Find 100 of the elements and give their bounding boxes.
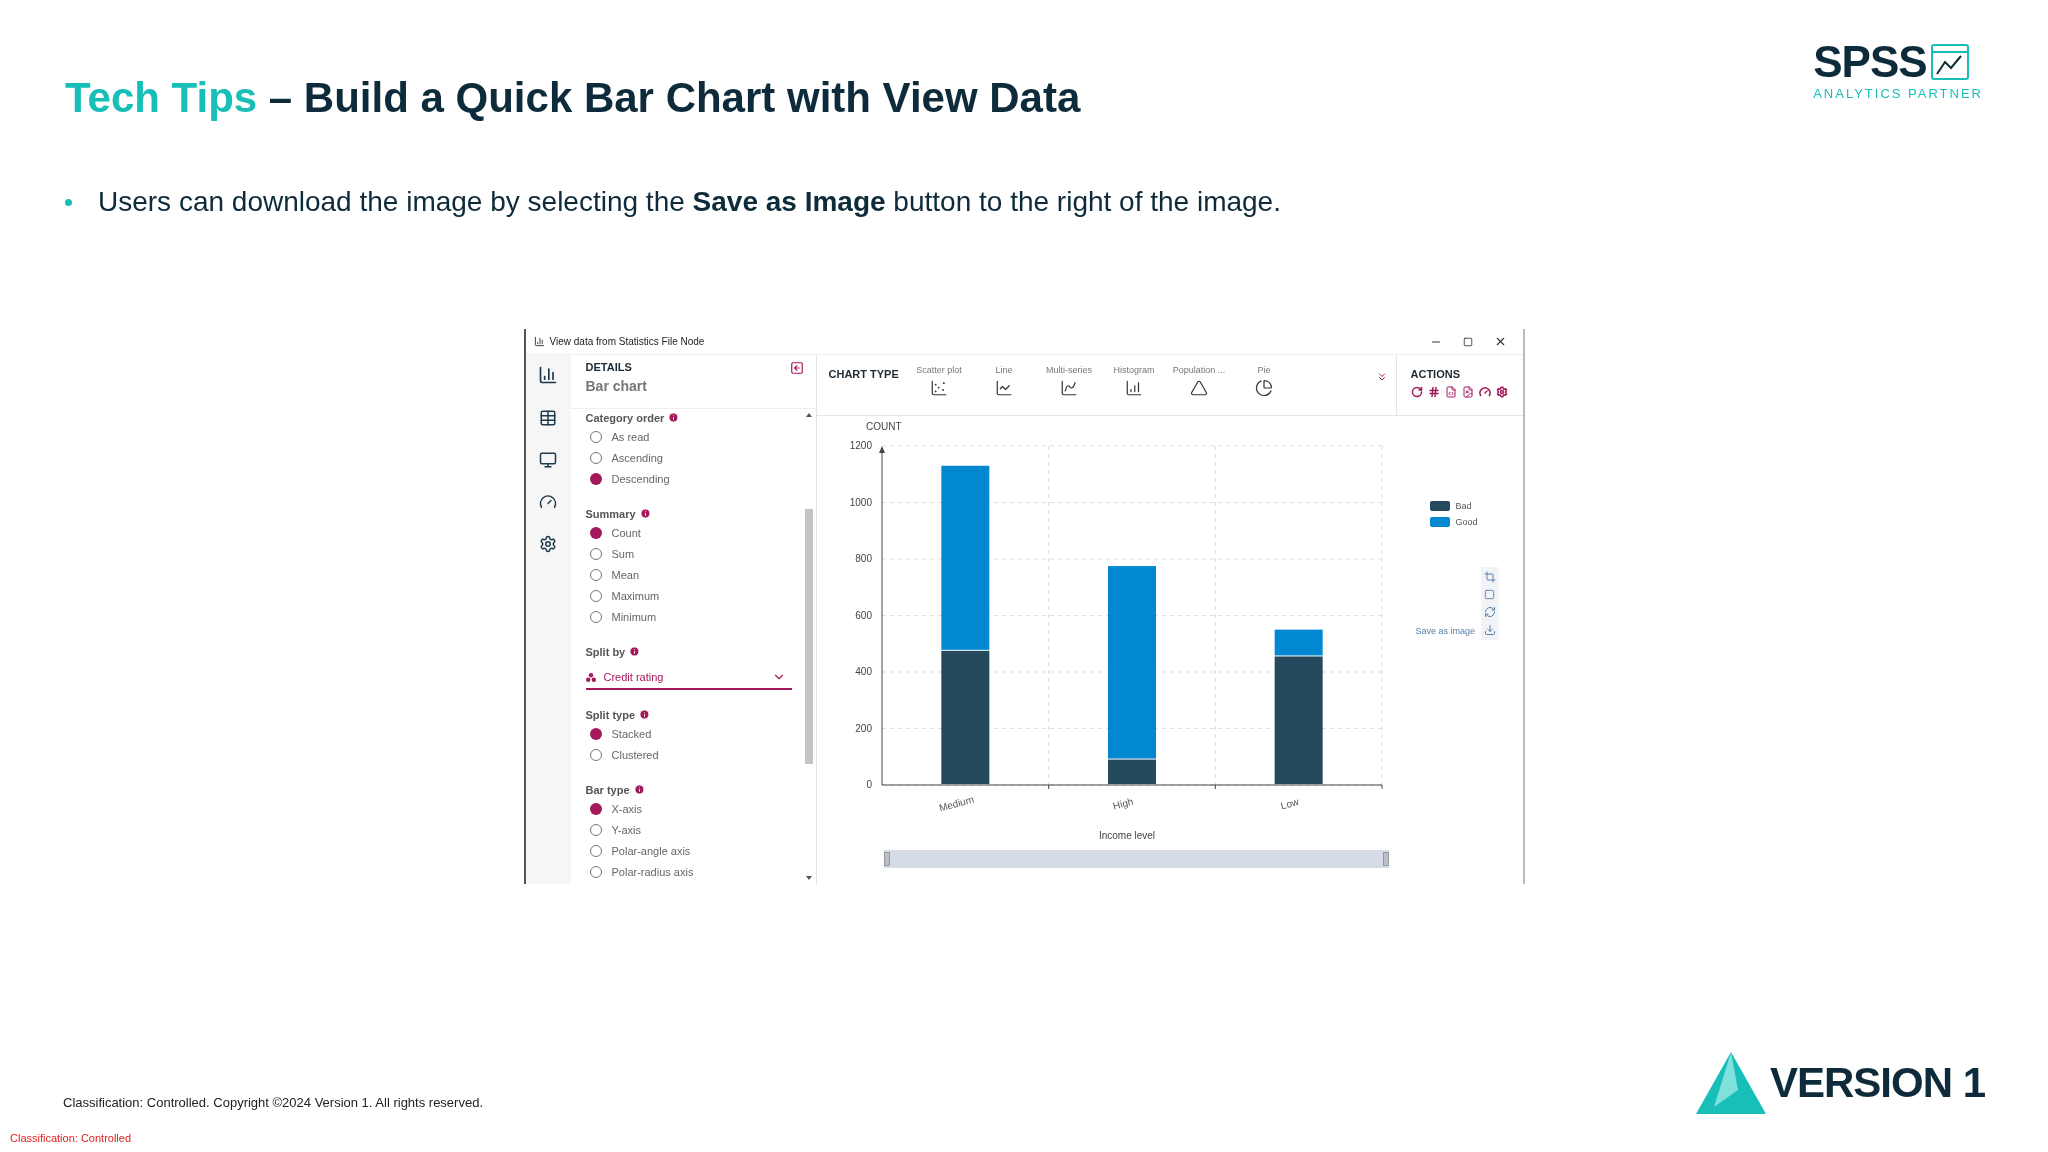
section-heading: CHART TYPE: [828, 368, 900, 380]
panel-heading: DETAILS: [585, 361, 633, 373]
axis-tick-label: 1000: [849, 496, 872, 508]
radio-button[interactable]: [589, 472, 602, 485]
radio-button[interactable]: [589, 568, 602, 581]
radio-option[interactable]: Mean: [585, 564, 802, 585]
radio-option[interactable]: X-axis: [585, 798, 802, 819]
chart-type-button[interactable]: Population ...: [1166, 365, 1232, 397]
triangle-logo-icon: [1695, 1052, 1766, 1114]
axis-title: Income level: [1098, 830, 1155, 841]
copyright-text: Classification: Controlled. Copyright ©2024 Version 1. All rights reserved.: [63, 1095, 483, 1110]
radio-button[interactable]: [589, 748, 602, 761]
gauge-icon[interactable]: [1478, 386, 1491, 398]
radio-button[interactable]: [589, 526, 602, 539]
crop-icon[interactable]: [1484, 571, 1497, 583]
maximize-icon[interactable]: [1462, 336, 1473, 347]
legend-label: Good: [1455, 517, 1478, 527]
radio-button[interactable]: [589, 823, 602, 836]
chart-type-button[interactable]: Pie: [1231, 365, 1297, 397]
radio-button[interactable]: [589, 610, 602, 623]
histogram-icon: [1125, 379, 1143, 397]
settings-icon[interactable]: [1495, 386, 1508, 398]
monitor-icon[interactable]: [539, 451, 557, 469]
radio-option[interactable]: As read: [585, 426, 802, 447]
axis-tick-label: 800: [854, 553, 872, 564]
multi-line-chart-icon: [1060, 379, 1078, 397]
radio-button[interactable]: [589, 844, 602, 857]
info-icon: [633, 784, 645, 795]
radio-option[interactable]: Sum: [585, 543, 802, 564]
radio-option[interactable]: Descending: [585, 468, 802, 489]
radio-option[interactable]: Count: [585, 522, 802, 543]
logo-text: SPSS: [1813, 40, 1927, 84]
line-chart-icon: [995, 379, 1013, 397]
section-title: Bar type: [585, 783, 630, 796]
section-title: Summary: [585, 507, 636, 520]
axis-tick-label: 200: [854, 722, 872, 734]
pie-chart-icon: [1255, 379, 1273, 397]
category-label: Medium: [937, 793, 975, 814]
classification-label: Classification: Controlled: [10, 1132, 133, 1144]
collapse-panel-icon[interactable]: [789, 361, 804, 375]
bullet-icon: [65, 198, 72, 206]
radio-button[interactable]: [589, 589, 602, 602]
dropdown[interactable]: Credit rating: [585, 666, 792, 690]
pyramid-icon: [1190, 379, 1208, 397]
download-icon[interactable]: [1484, 624, 1497, 636]
gauge-icon[interactable]: [539, 493, 557, 511]
chart-type-button[interactable]: Scatter plot: [906, 365, 972, 397]
bar-chart-icon: [533, 336, 545, 347]
table-icon[interactable]: [539, 409, 557, 427]
section-title: Split type: [585, 708, 635, 721]
bar-chart-icon[interactable]: [538, 365, 558, 385]
chart-window-icon: [1930, 44, 1969, 80]
image-file-icon[interactable]: [1461, 386, 1474, 398]
radio-option[interactable]: Y-axis: [585, 819, 802, 840]
refresh-icon[interactable]: [1410, 386, 1423, 398]
legend-label: Bad: [1455, 501, 1472, 511]
radio-button[interactable]: [589, 865, 602, 878]
range-slider[interactable]: [883, 850, 1389, 868]
radio-option[interactable]: Minimum: [585, 606, 802, 627]
axis-tick-label: 400: [854, 666, 872, 677]
section-heading: ACTIONS: [1410, 368, 1461, 380]
settings-icon[interactable]: [539, 535, 557, 553]
dots-icon: [585, 672, 596, 682]
panel-subtitle: Bar chart: [585, 378, 647, 394]
section-title: Category order: [585, 411, 665, 424]
radio-option[interactable]: Clustered: [585, 744, 802, 765]
radio-option[interactable]: Polar-radius axis: [585, 861, 802, 882]
section-title: Split by: [585, 645, 626, 658]
category-label: Low: [1278, 795, 1300, 812]
radio-option[interactable]: Polar-angle axis: [585, 840, 802, 861]
bullet-text: Users can download the image by selecting the Save as Image button to the right of the image.: [98, 186, 1281, 218]
brand-name: VERSION 1: [1769, 1059, 1985, 1107]
chart-type-button[interactable]: Line: [971, 365, 1037, 397]
scatter-chart-icon: [930, 379, 948, 397]
radio-button[interactable]: [589, 451, 602, 464]
refresh-icon[interactable]: [1484, 606, 1497, 618]
info-icon: [639, 709, 650, 720]
radio-button[interactable]: [589, 802, 602, 815]
axis-tick-label: 0: [865, 779, 872, 790]
square-icon[interactable]: [1484, 589, 1497, 600]
code-file-icon[interactable]: [1444, 386, 1457, 398]
info-icon: [668, 412, 680, 423]
radio-option[interactable]: Maximum: [585, 585, 802, 606]
axis-tick-label: 600: [854, 609, 872, 621]
category-label: High: [1111, 795, 1134, 812]
chart-type-button[interactable]: Multi-series: [1036, 365, 1102, 397]
radio-option[interactable]: Stacked: [585, 723, 802, 744]
hash-icon[interactable]: [1427, 386, 1440, 398]
tooltip-text: Save as image: [1415, 626, 1476, 636]
radio-button[interactable]: [589, 547, 602, 560]
info-icon: [639, 508, 651, 519]
axis-tick-label: 1200: [849, 440, 872, 451]
window-title: View data from Statistics File Node: [549, 336, 706, 347]
logo-tagline: ANALYTICS PARTNER: [1813, 86, 1983, 101]
radio-button[interactable]: [589, 430, 602, 443]
radio-button[interactable]: [589, 727, 602, 740]
axis-title: COUNT: [865, 421, 902, 432]
slide-title: Tech Tips – Build a Quick Bar Chart with View Data: [65, 74, 1081, 122]
chart-type-button[interactable]: Histogram: [1101, 365, 1167, 397]
radio-option[interactable]: Ascending: [585, 447, 802, 468]
